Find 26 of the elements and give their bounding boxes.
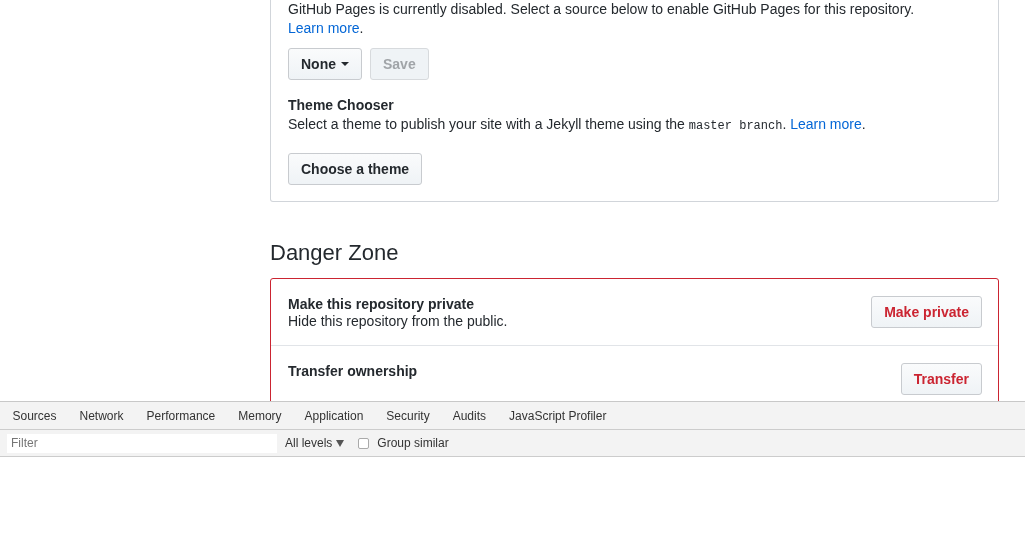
levels-dropdown[interactable]: All levels xyxy=(285,436,345,450)
filter-field[interactable]: Filter xyxy=(7,433,277,453)
checkbox-label: Group similar xyxy=(377,436,449,450)
danger-button[interactable]: Transfer xyxy=(900,363,982,395)
danger-button[interactable]: Make private xyxy=(871,296,982,328)
setting-title: Transfer ownership xyxy=(288,363,418,379)
devtools-tab[interactable]: Application xyxy=(293,402,375,429)
caret-icon xyxy=(341,62,349,66)
source-dropdown[interactable]: None xyxy=(288,48,362,80)
section-heading: Theme Chooser xyxy=(288,97,395,113)
checkbox[interactable] xyxy=(358,437,370,449)
dropdown-triangle-icon xyxy=(336,439,345,447)
devtools-tab[interactable]: Audits xyxy=(441,402,498,429)
devtools-tab[interactable]: Performance xyxy=(135,402,227,429)
devtools-tab[interactable]: Network xyxy=(68,402,136,429)
learn-more-link[interactable]: Learn more xyxy=(288,20,360,36)
devtools-tab[interactable]: Sources xyxy=(1,402,69,429)
setting-description: Hide this repository from the public. xyxy=(288,313,508,329)
devtools-tab[interactable]: JavaScript Profiler xyxy=(497,402,618,429)
devtools-tab[interactable]: Memory xyxy=(226,402,294,429)
devtools-tab[interactable]: Security xyxy=(374,402,442,429)
learn-more-link[interactable]: Learn more xyxy=(790,116,862,132)
choose-theme-button[interactable]: Choose a theme xyxy=(288,153,423,185)
setting-title: Make this repository private xyxy=(288,296,475,312)
pages-notice: GitHub Pages is currently disabled. Select a source below to enable GitHub Pages for this repository. Learn more. xyxy=(288,0,916,38)
section-title: Danger Zone xyxy=(270,240,400,266)
